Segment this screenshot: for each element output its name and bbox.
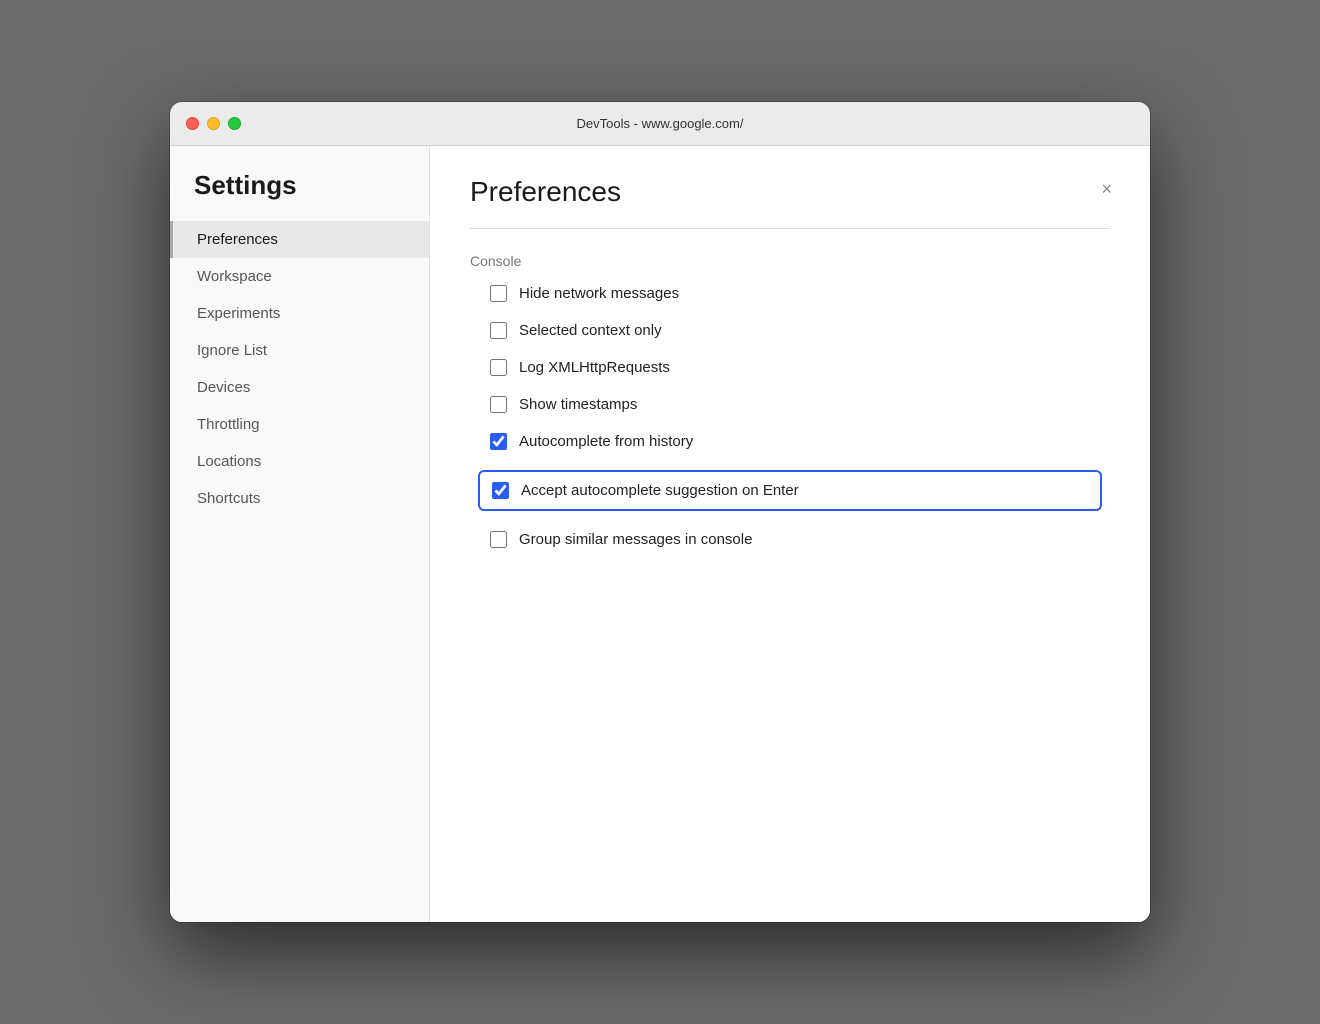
- titlebar: DevTools - www.google.com/: [170, 102, 1150, 146]
- sidebar-item-ignore-list[interactable]: Ignore List: [170, 332, 429, 369]
- sidebar-heading: Settings: [170, 170, 429, 221]
- window-outer: DevTools - www.google.com/ Settings Pref…: [110, 62, 1210, 962]
- titlebar-title: DevTools - www.google.com/: [577, 116, 744, 131]
- checkbox-row-accept-autocomplete: Accept autocomplete suggestion on Enter: [478, 470, 1102, 511]
- sidebar-item-shortcuts[interactable]: Shortcuts: [170, 480, 429, 517]
- traffic-lights: [186, 117, 241, 130]
- group-similar-label[interactable]: Group similar messages in console: [519, 531, 752, 548]
- sidebar-item-preferences[interactable]: Preferences: [170, 221, 429, 258]
- group-similar-checkbox[interactable]: [490, 531, 507, 548]
- selected-context-checkbox[interactable]: [490, 322, 507, 339]
- checkbox-row-group-similar: Group similar messages in console: [490, 531, 1110, 548]
- hide-network-checkbox[interactable]: [490, 285, 507, 302]
- maximize-traffic-light[interactable]: [228, 117, 241, 130]
- log-xmlhttp-checkbox[interactable]: [490, 359, 507, 376]
- devtools-window: DevTools - www.google.com/ Settings Pref…: [170, 102, 1150, 922]
- selected-context-label[interactable]: Selected context only: [519, 322, 662, 339]
- autocomplete-history-label[interactable]: Autocomplete from history: [519, 433, 693, 450]
- autocomplete-history-checkbox[interactable]: [490, 433, 507, 450]
- hide-network-label[interactable]: Hide network messages: [519, 285, 679, 302]
- checkbox-row-hide-network: Hide network messages: [490, 285, 1110, 302]
- sidebar: Settings Preferences Workspace Experimen…: [170, 146, 430, 922]
- sidebar-item-throttling[interactable]: Throttling: [170, 406, 429, 443]
- log-xmlhttp-label[interactable]: Log XMLHttpRequests: [519, 359, 670, 376]
- close-button[interactable]: ×: [1093, 176, 1120, 202]
- sidebar-item-locations[interactable]: Locations: [170, 443, 429, 480]
- checkbox-row-selected-context: Selected context only: [490, 322, 1110, 339]
- sidebar-item-experiments[interactable]: Experiments: [170, 295, 429, 332]
- subsection-title: Console: [470, 253, 1110, 269]
- close-traffic-light[interactable]: [186, 117, 199, 130]
- main-content: × Preferences Console Hide network messa…: [430, 146, 1150, 922]
- window-body: Settings Preferences Workspace Experimen…: [170, 146, 1150, 922]
- checkbox-row-log-xmlhttp: Log XMLHttpRequests: [490, 359, 1110, 376]
- minimize-traffic-light[interactable]: [207, 117, 220, 130]
- checkbox-row-show-timestamps: Show timestamps: [490, 396, 1110, 413]
- sidebar-item-workspace[interactable]: Workspace: [170, 258, 429, 295]
- show-timestamps-label[interactable]: Show timestamps: [519, 396, 637, 413]
- checkbox-row-autocomplete-history: Autocomplete from history: [490, 433, 1110, 450]
- page-title: Preferences: [470, 176, 1110, 208]
- accept-autocomplete-label[interactable]: Accept autocomplete suggestion on Enter: [521, 482, 799, 499]
- sidebar-item-devices[interactable]: Devices: [170, 369, 429, 406]
- section-divider: [470, 228, 1110, 229]
- show-timestamps-checkbox[interactable]: [490, 396, 507, 413]
- accept-autocomplete-checkbox[interactable]: [492, 482, 509, 499]
